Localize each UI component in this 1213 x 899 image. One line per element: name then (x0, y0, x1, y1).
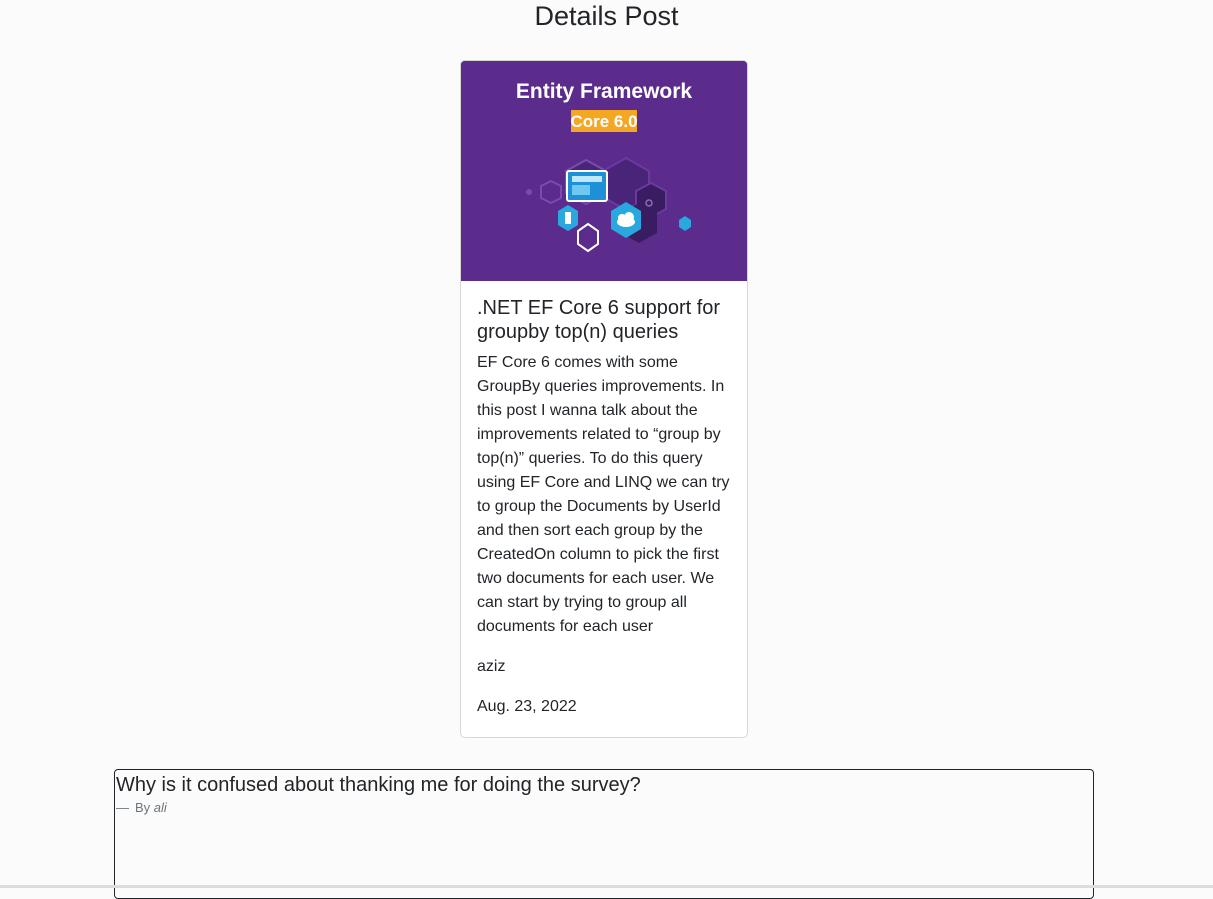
post-content: EF Core 6 comes with some GroupBy querie… (477, 354, 730, 635)
image-heading: Entity Framework (516, 80, 693, 103)
comment-author: ali (153, 800, 167, 815)
post-date: Aug. 23, 2022 (477, 698, 577, 715)
post-body: .NET EF Core 6 support for groupby top(n… (477, 296, 735, 719)
post-title: .NET EF Core 6 support for groupby top(n… (477, 297, 721, 343)
comment-block: Why is it confused about thanking me for… (114, 769, 1094, 899)
image-badge-text: Core 6.0 (570, 112, 637, 131)
page-title: Details Post (534, 1, 679, 31)
post-image: Entity Framework Core 6.0 (461, 61, 747, 281)
em-dash: — (116, 800, 129, 815)
ef-core-illustration: Entity Framework Core 6.0 (461, 61, 747, 281)
post-author: aziz (477, 658, 506, 675)
comment-footer: — By ali (115, 799, 1093, 817)
comment-by-label: By (135, 800, 151, 815)
comment-text: Why is it confused about thanking me for… (116, 774, 641, 796)
post-card: Entity Framework Core 6.0 .NET EF Core 6… (460, 60, 748, 738)
